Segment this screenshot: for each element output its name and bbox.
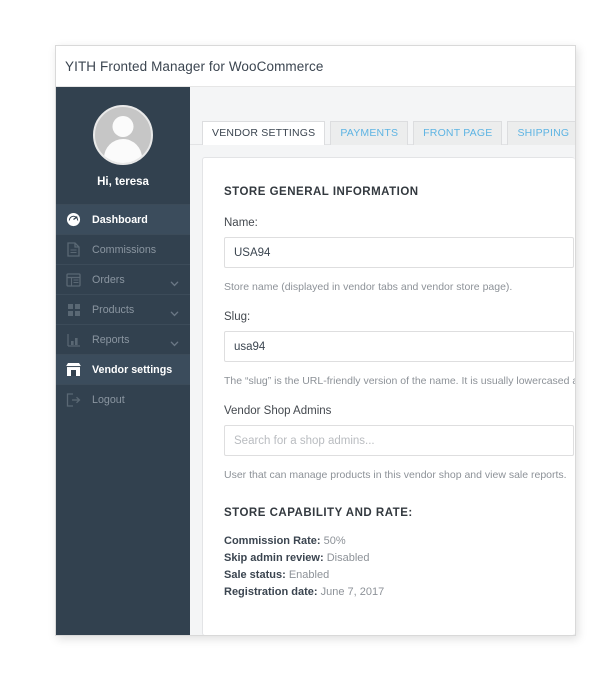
- store-capability-heading: STORE CAPABILITY AND RATE:: [224, 507, 413, 519]
- dashboard-icon: [65, 212, 82, 228]
- sidebar-item-commissions[interactable]: Commissions: [56, 234, 190, 264]
- sidebar-item-products[interactable]: Products: [56, 294, 190, 324]
- sidebar-item-label: Dashboard: [92, 213, 148, 226]
- sidebar-item-label: Vendor settings: [92, 363, 173, 376]
- capability-value: Enabled: [288, 569, 330, 581]
- name-label: Name:: [224, 217, 258, 229]
- avatar: [93, 105, 153, 165]
- store-name-input[interactable]: [224, 237, 574, 268]
- slug-help-text: The “slug” is the URL-friendly version o…: [224, 375, 575, 387]
- document-icon: [65, 242, 82, 258]
- sidebar-item-orders[interactable]: Orders: [56, 264, 190, 294]
- store-icon: [65, 362, 82, 378]
- capability-label: Commission Rate:: [224, 535, 321, 547]
- user-greeting: Hi, teresa: [97, 176, 149, 188]
- capability-row: Registration date: June 7, 2017: [224, 584, 575, 601]
- capability-row: Sale status: Enabled: [224, 567, 575, 584]
- content-area: VENDOR SETTINGS PAYMENTS FRONT PAGE SHIP…: [190, 87, 575, 635]
- sidebar: Hi, teresa Dashboard Commissions Orders …: [56, 87, 190, 635]
- app-window: YITH Fronted Manager for WooCommerce Hi,…: [55, 45, 576, 636]
- avatar-head: [112, 116, 134, 137]
- sidebar-item-label: Orders: [92, 273, 125, 286]
- screenshot-root: YITH Fronted Manager for WooCommerce Hi,…: [0, 0, 600, 691]
- capability-row: Skip admin review: Disabled: [224, 550, 575, 567]
- sidebar-nav: Dashboard Commissions Orders Products Re…: [56, 204, 190, 414]
- sidebar-item-label: Products: [92, 303, 135, 316]
- bar-chart-icon: [65, 332, 82, 348]
- settings-panel: STORE GENERAL INFORMATION Name: Store na…: [202, 157, 575, 635]
- sidebar-item-vendor-settings[interactable]: Vendor settings: [56, 354, 190, 384]
- admins-help-text: User that can manage products in this ve…: [224, 469, 567, 481]
- name-help-text: Store name (displayed in vendor tabs and…: [224, 281, 513, 293]
- capability-label: Registration date:: [224, 586, 318, 598]
- tab-bar: VENDOR SETTINGS PAYMENTS FRONT PAGE SHIP…: [190, 87, 575, 145]
- sidebar-item-label: Reports: [92, 333, 130, 346]
- list-icon: [65, 272, 82, 288]
- sidebar-item-label: Logout: [92, 393, 125, 406]
- tab-shipping[interactable]: SHIPPING: [507, 121, 575, 145]
- capability-value: 50%: [323, 535, 346, 547]
- chevron-down-icon: [170, 305, 179, 316]
- tab-vendor-settings[interactable]: VENDOR SETTINGS: [202, 121, 326, 145]
- tab-front-page[interactable]: FRONT PAGE: [413, 121, 503, 145]
- store-slug-input[interactable]: [224, 331, 574, 362]
- settings-panel-wrap: STORE GENERAL INFORMATION Name: Store na…: [190, 145, 575, 635]
- capability-row: Commission Rate: 50%: [224, 533, 575, 550]
- sidebar-item-label: Commissions: [92, 243, 157, 256]
- tab-payments[interactable]: PAYMENTS: [330, 121, 409, 145]
- chevron-down-icon: [170, 275, 179, 286]
- slug-label: Slug:: [224, 311, 251, 323]
- capability-value: June 7, 2017: [320, 586, 385, 598]
- app-body: Hi, teresa Dashboard Commissions Orders …: [56, 87, 575, 635]
- sidebar-item-logout[interactable]: Logout: [56, 384, 190, 414]
- sidebar-user-block: Hi, teresa: [56, 87, 190, 202]
- shop-admins-search-input[interactable]: [224, 425, 574, 456]
- capability-label: Skip admin review:: [224, 552, 324, 564]
- app-titlebar: YITH Fronted Manager for WooCommerce: [56, 46, 575, 87]
- avatar-body: [104, 139, 142, 163]
- sidebar-item-dashboard[interactable]: Dashboard: [56, 204, 190, 234]
- store-general-information-heading: STORE GENERAL INFORMATION: [224, 186, 419, 198]
- grid-icon: [65, 302, 82, 318]
- chevron-down-icon: [170, 335, 179, 346]
- vendor-shop-admins-label: Vendor Shop Admins: [224, 405, 332, 417]
- sidebar-item-reports[interactable]: Reports: [56, 324, 190, 354]
- page-title: YITH Fronted Manager for WooCommerce: [65, 58, 324, 74]
- capability-label: Sale status:: [224, 569, 286, 581]
- logout-icon: [65, 392, 82, 408]
- capability-value: Disabled: [326, 552, 370, 564]
